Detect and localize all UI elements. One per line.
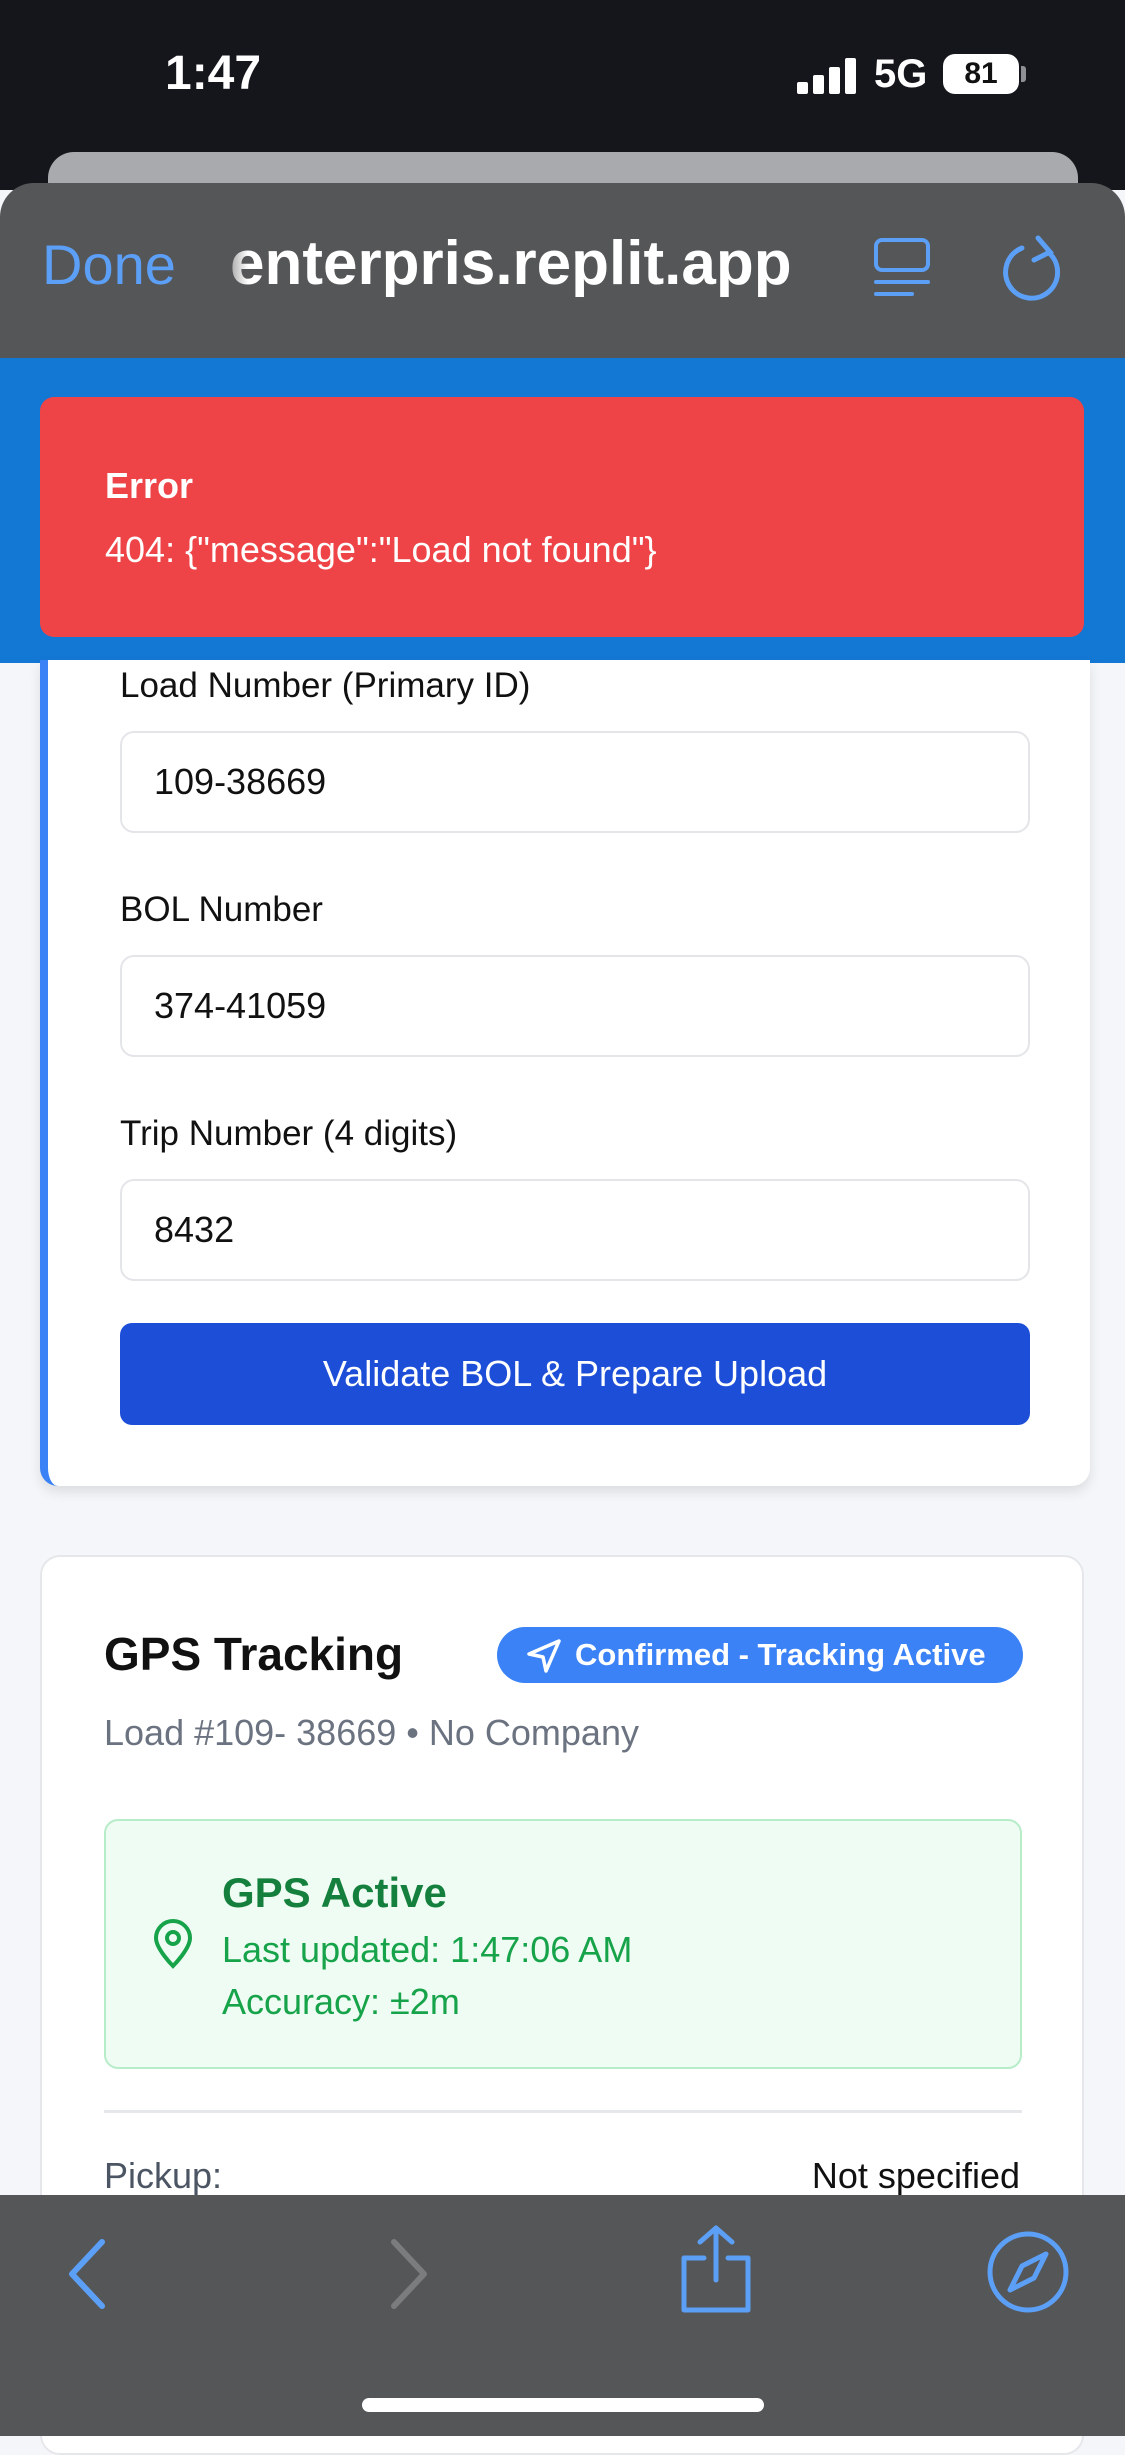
- load-number-label: Load Number (Primary ID): [120, 666, 531, 705]
- error-toast[interactable]: Error 404: {"message":"Load not found"}: [40, 397, 1084, 637]
- trip-number-label: Trip Number (4 digits): [120, 1114, 458, 1153]
- navigation-icon: [527, 1639, 561, 1673]
- gps-last-updated: Last updated: 1:47:06 AM: [222, 1929, 633, 1970]
- forward-icon[interactable]: [384, 2236, 434, 2312]
- compass-icon[interactable]: [986, 2230, 1070, 2314]
- bol-form-card: Load Number (Primary ID) 109-38669 BOL N…: [40, 660, 1090, 1486]
- tracking-status-badge: Confirmed - Tracking Active: [497, 1627, 1023, 1683]
- trip-number-input[interactable]: 8432: [120, 1179, 1030, 1281]
- url-bar[interactable]: enterpris.replit.app: [230, 228, 792, 299]
- gps-status-box: GPS Active Last updated: 1:47:06 AM Accu…: [104, 1819, 1022, 2069]
- status-time: 1:47: [165, 47, 262, 100]
- bol-number-label: BOL Number: [120, 890, 323, 929]
- error-title: Error: [105, 465, 194, 506]
- gps-status-title: GPS Active: [222, 1869, 447, 1916]
- network-type: 5G: [874, 52, 928, 96]
- gps-accuracy: Accuracy: ±2m: [222, 1981, 460, 2022]
- load-number-input[interactable]: 109-38669: [120, 731, 1030, 833]
- done-button[interactable]: Done: [42, 232, 176, 297]
- home-indicator: [362, 2398, 764, 2412]
- battery-icon: 81: [943, 54, 1019, 94]
- validate-bol-button[interactable]: Validate BOL & Prepare Upload: [120, 1323, 1030, 1425]
- signal-icon: [797, 58, 857, 94]
- share-icon[interactable]: [676, 2222, 756, 2316]
- gps-title: GPS Tracking: [104, 1628, 404, 1680]
- tracking-status-text: Confirmed - Tracking Active: [575, 1637, 986, 1672]
- pickup-label: Pickup:: [104, 2155, 223, 2196]
- divider: [104, 2110, 1022, 2113]
- url-fade: [214, 222, 248, 302]
- back-icon[interactable]: [62, 2236, 112, 2312]
- reader-icon[interactable]: [872, 236, 932, 300]
- pickup-value: Not specified: [811, 2155, 1020, 2196]
- gps-subtitle: Load #109- 38669 • No Company: [104, 1712, 639, 1753]
- battery-tip: [1021, 66, 1026, 82]
- reload-icon[interactable]: [1000, 234, 1066, 304]
- bol-number-input[interactable]: 374-41059: [120, 955, 1030, 1057]
- location-pin-icon: [153, 1919, 193, 1969]
- error-message: 404: {"message":"Load not found"}: [105, 529, 657, 570]
